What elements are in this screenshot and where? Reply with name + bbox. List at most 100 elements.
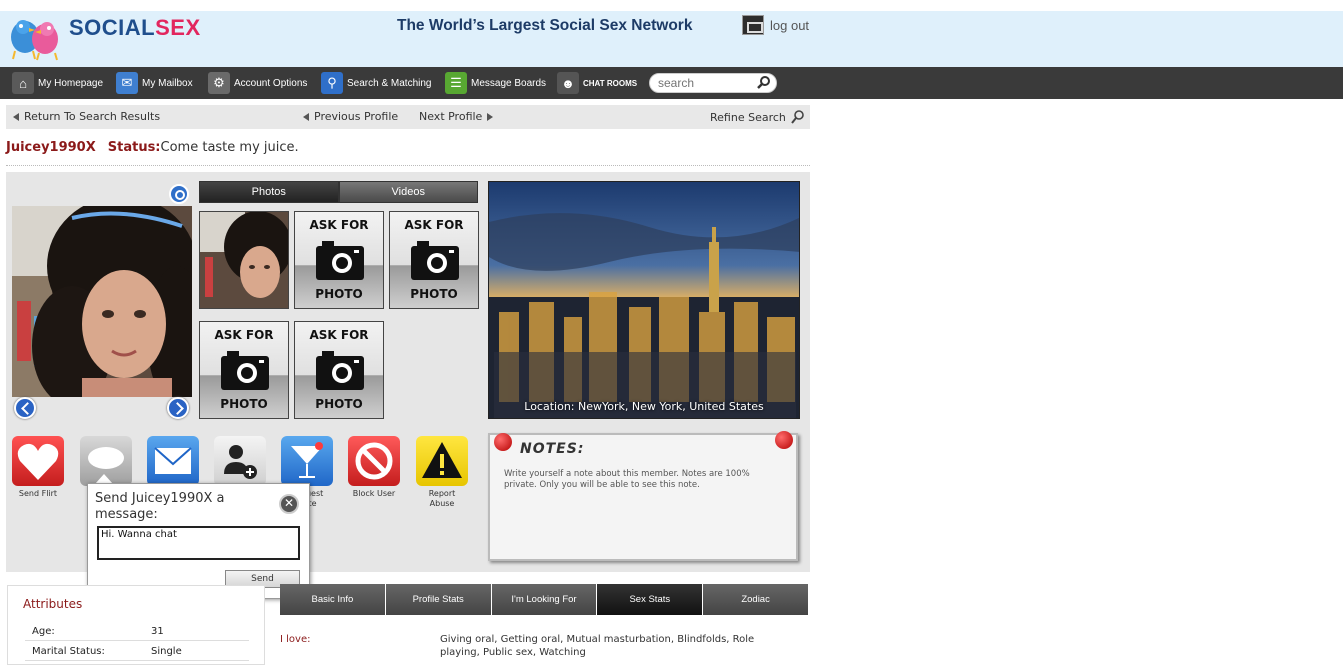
camera-icon (316, 351, 364, 390)
gears-icon: ⚙ (208, 72, 230, 94)
arrow-right-icon (487, 112, 494, 121)
chat-icon: ☻ (557, 72, 579, 94)
heart-icon (12, 436, 64, 486)
ask-for-photo-button[interactable]: ASK FOR PHOTO (294, 321, 384, 419)
next-photo-button[interactable] (167, 397, 189, 419)
tab-photos[interactable]: Photos (199, 181, 339, 203)
block-icon (348, 436, 400, 486)
refine-search-link[interactable]: Refine Search (710, 110, 805, 124)
site-logo[interactable]: SOCIALSEX (5, 11, 205, 63)
status-text: Come taste my juice. (160, 140, 299, 155)
attribute-key: Marital Status: (32, 646, 105, 657)
photo-label: PHOTO (410, 287, 458, 301)
city-skyline-image (489, 182, 799, 418)
notes-text: Write yourself a note about this member.… (504, 469, 750, 490)
nav-label: CHAT ROOMS (583, 78, 638, 88)
popup-title: Send Juicey1990X a message: (95, 491, 225, 522)
notes-title: NOTES: (520, 441, 585, 457)
nav-label: Search & Matching (347, 77, 432, 89)
previous-label: Previous Profile (314, 110, 399, 123)
action-label: Send Flirt (18, 489, 58, 498)
tab-profile-stats[interactable]: Profile Stats (385, 584, 491, 615)
ask-label: ASK FOR (404, 218, 464, 232)
divider (6, 165, 810, 166)
bird-logo-icon (11, 20, 58, 61)
main-profile-photo[interactable] (12, 206, 192, 397)
search-icon: ⚲ (321, 72, 343, 94)
notes-panel[interactable]: NOTES: Write yourself a note about this … (488, 431, 798, 561)
location-image: Location: NewYork, New York, United Stat… (488, 181, 800, 419)
ask-for-photo-button[interactable]: ASK FOR PHOTO (389, 211, 479, 309)
pushpin-icon (775, 431, 793, 449)
love-label: I love: (280, 634, 311, 645)
attributes-title: Attributes (23, 597, 83, 611)
tab-sex-stats[interactable]: Sex Stats (597, 584, 703, 615)
nav-label: My Homepage (38, 77, 104, 89)
return-label: Return To Search Results (24, 110, 161, 123)
magnifier-icon[interactable] (757, 76, 771, 90)
previous-profile-link[interactable]: Previous Profile (303, 110, 398, 123)
location-label: Location: NewYork, New York, United Stat… (524, 400, 764, 413)
site-header: SOCIALSEX The World’s Largest Social Sex… (0, 11, 1343, 67)
profile-status-line: Juicey1990X Status:Come taste my juice. (6, 140, 299, 155)
camera-icon (221, 351, 269, 390)
love-value: Giving oral, Getting oral, Mutual mastur… (440, 634, 755, 658)
message-input[interactable]: Hi. Wanna chat (97, 526, 300, 560)
ask-for-photo-button[interactable]: ASK FOR PHOTO (294, 211, 384, 309)
nav-label: My Mailbox (142, 77, 193, 89)
report-abuse-button[interactable]: Report Abuse (416, 436, 468, 511)
ask-for-photo-button[interactable]: ASK FOR PHOTO (199, 321, 289, 419)
profile-info-tabs: Basic Info Profile Stats I'm Looking For… (280, 584, 808, 615)
arrow-left-icon (303, 112, 309, 121)
block-user-button[interactable]: Block User (348, 436, 400, 511)
portrait-image (12, 206, 192, 397)
profile-navigation: Return To Search Results Previous Profil… (6, 105, 810, 129)
action-label: Block User (352, 489, 396, 498)
add-friend-icon (214, 436, 266, 486)
camera-icon (411, 241, 459, 280)
tab-videos[interactable]: Videos (338, 181, 478, 203)
close-icon[interactable]: ✕ (279, 494, 299, 514)
nav-search-matching[interactable]: ⚲ Search & Matching (321, 71, 432, 95)
logout-link[interactable]: log out (742, 14, 809, 36)
previous-photo-button[interactable] (14, 397, 36, 419)
tab-looking-for[interactable]: I'm Looking For (491, 584, 597, 615)
nav-label: Message Boards (471, 77, 547, 89)
refine-label: Refine Search (710, 110, 786, 124)
thumbnail-image (200, 212, 288, 308)
send-flirt-button[interactable]: Send Flirt (12, 436, 64, 511)
nav-my-homepage[interactable]: ⌂ My Homepage (12, 71, 103, 95)
ask-label: ASK FOR (309, 218, 369, 232)
next-profile-link[interactable]: Next Profile (419, 110, 494, 123)
warning-icon (416, 436, 468, 486)
profile-username: Juicey1990X (6, 140, 96, 155)
tab-zodiac[interactable]: Zodiac (703, 584, 808, 615)
action-label: Report Abuse (428, 489, 456, 508)
attribute-value: 31 (151, 626, 164, 637)
nav-my-mailbox[interactable]: ✉ My Mailbox (116, 71, 193, 95)
zoom-icon[interactable] (169, 184, 189, 204)
attributes-panel: Attributes Age: 31 Marital Status: Singl… (7, 585, 265, 665)
message-board-icon: ☰ (445, 72, 467, 94)
site-tagline: The World’s Largest Social Sex Network (397, 17, 693, 34)
photo-label: PHOTO (315, 397, 363, 411)
logout-label: log out (770, 17, 810, 33)
photo-label: PHOTO (220, 397, 268, 411)
photo-label: PHOTO (315, 287, 363, 301)
attribute-row: Age: 31 (25, 623, 249, 641)
attribute-row: Marital Status: Single (25, 643, 249, 661)
send-message-popup: Send Juicey1990X a message: ✕ Hi. Wanna … (87, 483, 310, 599)
tab-basic-info[interactable]: Basic Info (280, 584, 385, 615)
home-icon: ⌂ (12, 72, 34, 94)
attribute-value: Single (151, 646, 182, 657)
return-to-search-link[interactable]: Return To Search Results (13, 110, 160, 123)
photo-thumbnail[interactable] (199, 211, 289, 309)
magnifier-icon (791, 110, 804, 124)
main-nav: ⌂ My Homepage ✉ My Mailbox ⚙ Account Opt… (0, 67, 1343, 99)
ask-label: ASK FOR (309, 328, 369, 342)
nav-account-options[interactable]: ⚙ Account Options (208, 71, 307, 95)
nav-chat-rooms[interactable]: ☻ CHAT ROOMS (557, 71, 637, 95)
arrow-left-icon (13, 112, 19, 121)
attribute-key: Age: (32, 626, 55, 637)
nav-message-boards[interactable]: ☰ Message Boards (445, 71, 546, 95)
